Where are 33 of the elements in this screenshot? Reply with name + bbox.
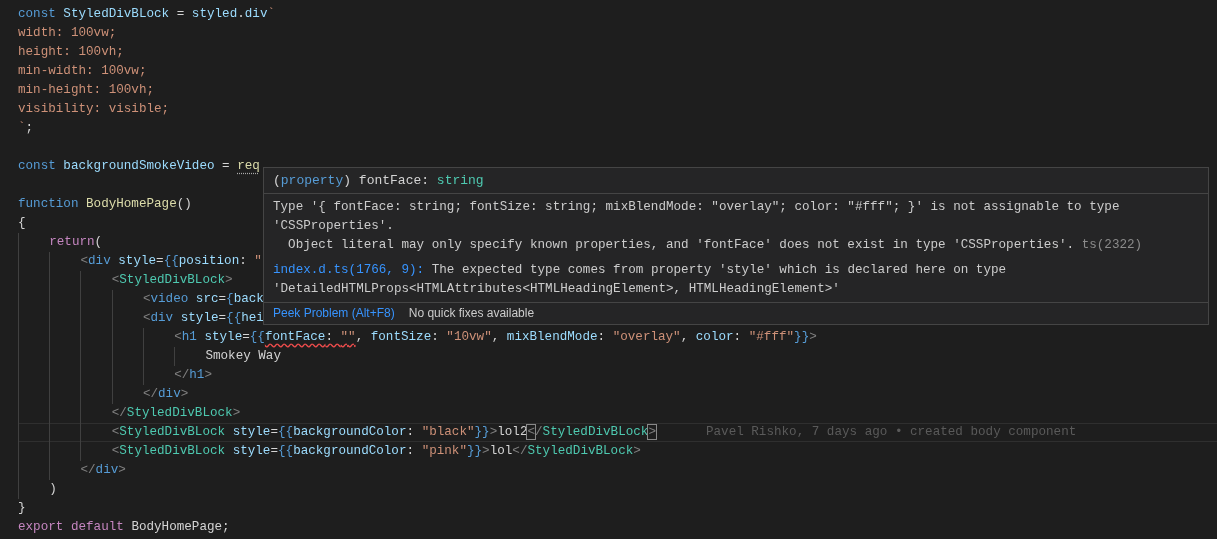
error-detail: Object literal may only specify known properties, and 'fontFace' does not exist in type 'CSSProperties'. ts(2322) xyxy=(287,237,1144,254)
code-line: <StyledDivBLock> xyxy=(18,271,233,290)
file-link[interactable]: index.d.ts(1766, 9): xyxy=(273,263,425,277)
blame-annotation: Pavel Rishko, 7 days ago • created body component xyxy=(705,424,1077,441)
code-line: <video src={back xyxy=(18,290,264,309)
code-line: </StyledDivBLock> xyxy=(18,404,241,423)
code-line: width: 100vw; xyxy=(18,25,117,42)
peek-problem-link[interactable]: Peek Problem (Alt+F8) xyxy=(273,304,395,323)
code-line: function BodyHomePage() xyxy=(18,196,192,213)
code-line: visibility: visible; xyxy=(18,101,170,118)
code-line: </h1> xyxy=(18,366,212,385)
error-message: Type '{ fontFace: string; fontSize: string; mixBlendMode: "overlay"; color: "#fff"; }' is not assignable to type 'CSSProperties'. xyxy=(273,199,1121,235)
related-info: index.d.ts(1766, 9): The expected type comes from property 'style' which is declared here on type 'DetailedHTMLProps<HTMLAttributes<HTMLHeadingElement>, HTMLHeadingElement>' xyxy=(273,262,1008,298)
code-line: min-width: 100vw; xyxy=(18,63,147,80)
code-line: <div style={{hei xyxy=(18,309,264,328)
code-line: const StyledDivBLock = styled.div` xyxy=(18,6,276,23)
code-line: <div style={{position: " xyxy=(18,252,262,271)
signature-text: (property) fontFace: string xyxy=(273,173,484,188)
code-line: return( xyxy=(18,233,103,252)
code-line: } xyxy=(18,500,26,517)
code-line: Smokey Way xyxy=(18,347,281,366)
code-line: min-height: 100vh; xyxy=(18,82,155,99)
code-line: </div> xyxy=(18,461,126,480)
code-line: height: 100vh; xyxy=(18,44,124,61)
code-line: const backgroundSmokeVideo = req xyxy=(18,158,260,175)
code-line: <StyledDivBLock style={{backgroundColor: "pink"}}>lol</StyledDivBLock> xyxy=(18,442,641,461)
code-line: export default BodyHomePage; xyxy=(18,519,230,536)
code-line: { xyxy=(18,215,26,232)
code-line: `; xyxy=(18,120,34,137)
code-line: ) xyxy=(18,480,57,499)
code-line: </div> xyxy=(18,385,189,404)
code-line: <h1 style={{fontFace: "", fontSize: "10vw", mixBlendMode: "overlay", color: "#fff"}}> xyxy=(18,328,817,347)
quick-fix-note: No quick fixes available xyxy=(408,305,535,322)
